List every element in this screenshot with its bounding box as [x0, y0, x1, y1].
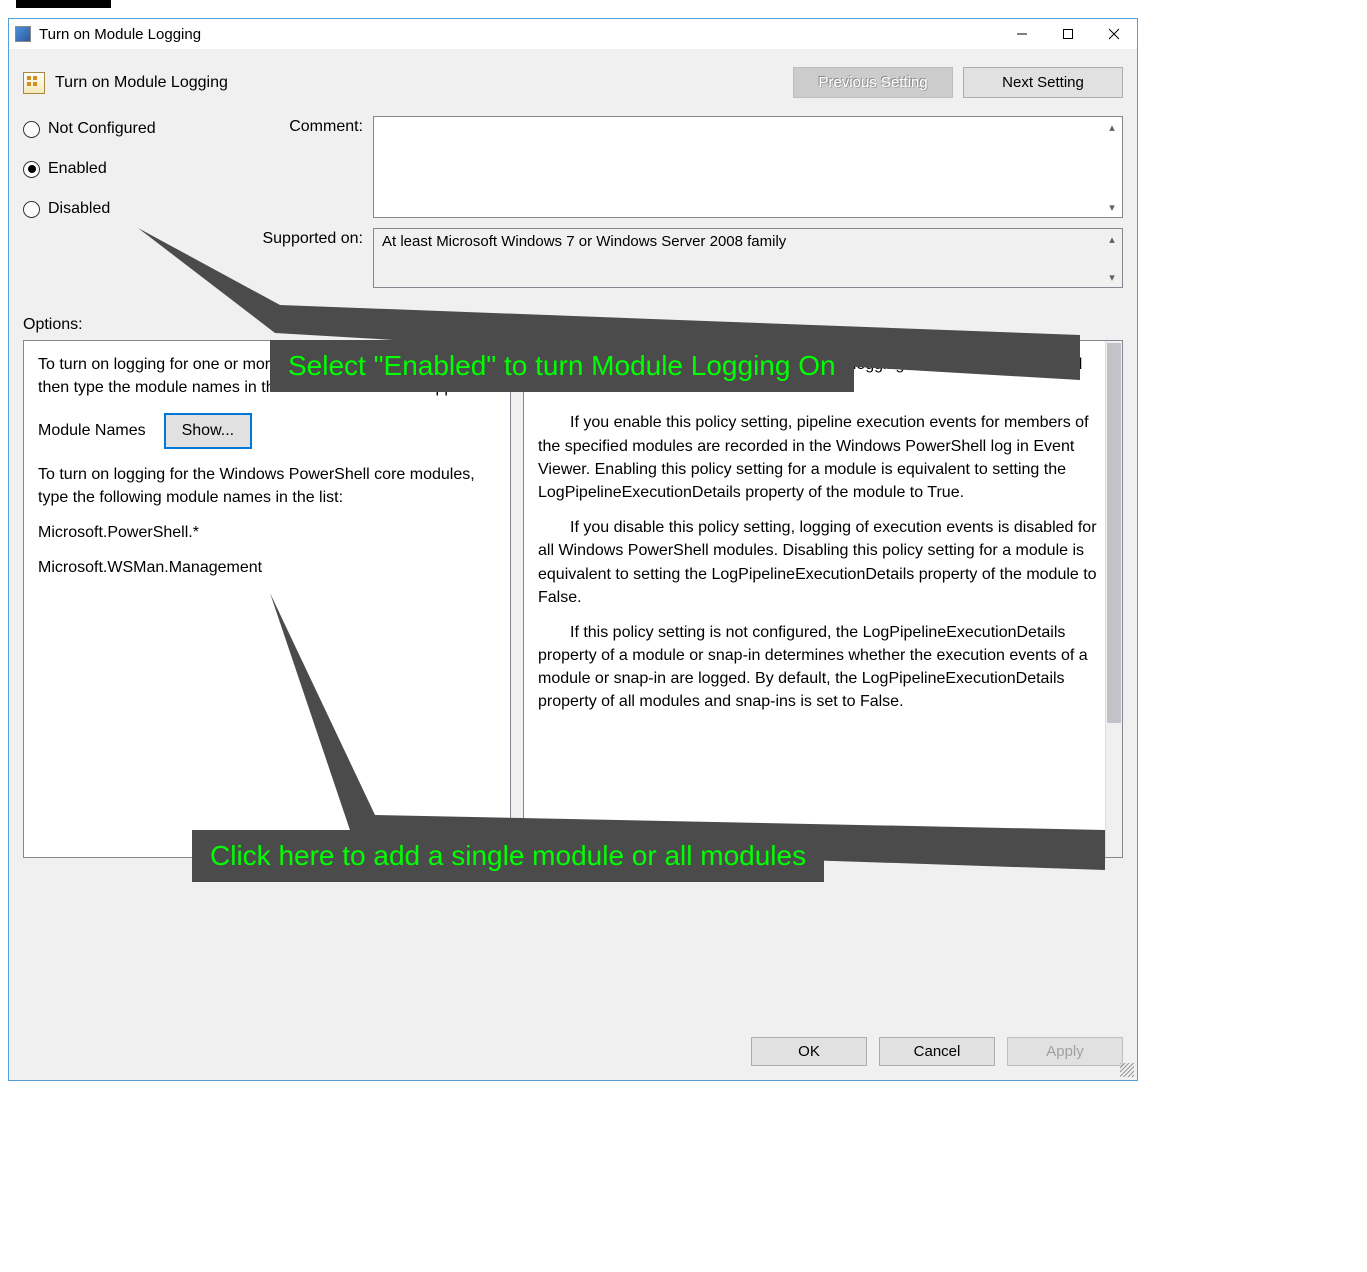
- scroll-down-icon[interactable]: ▾: [1104, 269, 1120, 285]
- scroll-down-icon[interactable]: ▾: [1104, 199, 1120, 215]
- show-modules-button[interactable]: Show...: [164, 413, 252, 448]
- core-module-1: Microsoft.PowerShell.*: [38, 521, 496, 544]
- scroll-up-icon[interactable]: ▴: [1104, 231, 1120, 247]
- dialog-footer: OK Cancel Apply: [751, 1037, 1123, 1066]
- comment-textarea[interactable]: ▴ ▾: [373, 116, 1123, 218]
- close-button[interactable]: [1091, 19, 1137, 49]
- window-title: Turn on Module Logging: [39, 26, 201, 43]
- radio-label: Enabled: [48, 160, 107, 178]
- annotation-show: Click here to add a single module or all…: [192, 830, 824, 882]
- scroll-up-icon[interactable]: ▴: [1104, 119, 1120, 135]
- comment-label: Comment:: [223, 116, 373, 218]
- policy-title: Turn on Module Logging: [55, 74, 793, 92]
- core-modules-instruction: To turn on logging for the Windows Power…: [38, 463, 496, 509]
- resize-grip[interactable]: [1120, 1063, 1134, 1077]
- previous-setting-button: Previous Setting: [793, 67, 953, 98]
- policy-editor-window: Turn on Module Logging Turn on Module Lo…: [8, 18, 1138, 1081]
- ok-button[interactable]: OK: [751, 1037, 867, 1066]
- titlebar: Turn on Module Logging: [9, 19, 1137, 49]
- radio-not-configured[interactable]: Not Configured: [23, 120, 223, 138]
- policy-icon: [23, 72, 45, 94]
- header-row: Turn on Module Logging Previous Setting …: [9, 49, 1137, 110]
- radio-icon: [23, 161, 40, 178]
- radio-label: Disabled: [48, 200, 110, 218]
- maximize-button[interactable]: [1045, 19, 1091, 49]
- minimize-button[interactable]: [999, 19, 1045, 49]
- radio-icon: [23, 121, 40, 138]
- radio-label: Not Configured: [48, 120, 156, 138]
- apply-button: Apply: [1007, 1037, 1123, 1066]
- help-p2: If you enable this policy setting, pipel…: [538, 411, 1098, 504]
- cropped-header-fragment: [16, 0, 111, 8]
- next-setting-button[interactable]: Next Setting: [963, 67, 1123, 98]
- annotation-enabled: Select "Enabled" to turn Module Logging …: [270, 340, 854, 392]
- cancel-button[interactable]: Cancel: [879, 1037, 995, 1066]
- module-names-label: Module Names: [38, 419, 146, 442]
- radio-enabled[interactable]: Enabled: [23, 160, 223, 178]
- radio-icon: [23, 201, 40, 218]
- app-icon: [15, 26, 31, 42]
